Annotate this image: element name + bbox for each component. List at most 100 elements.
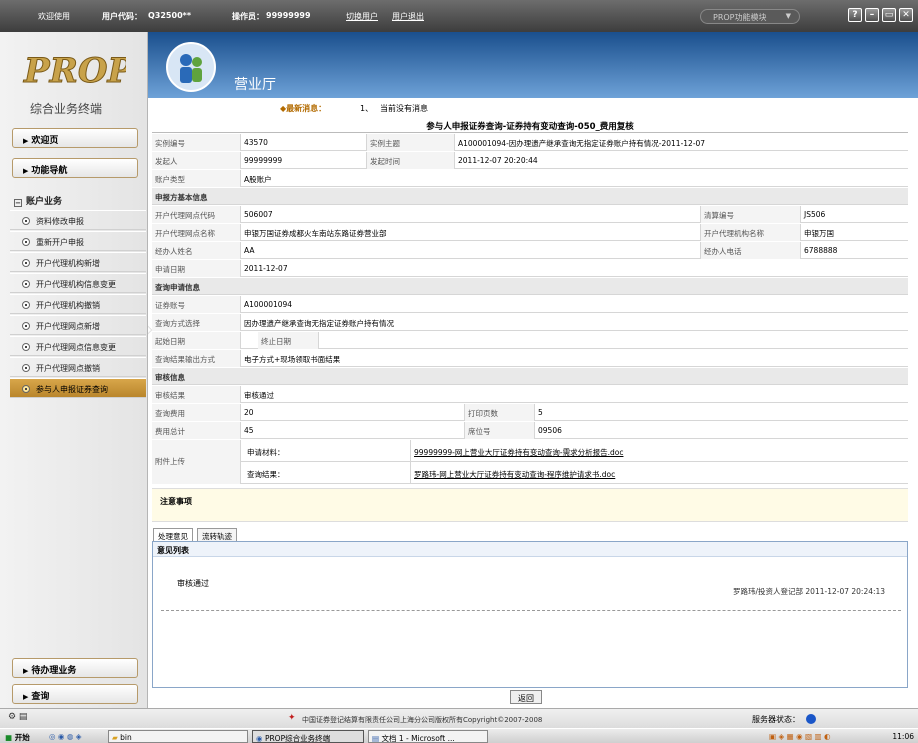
back-button[interactable]: 返回	[510, 690, 542, 704]
maximize-button[interactable]: ▭	[882, 8, 896, 22]
field-label: 查询方式选择	[152, 314, 240, 331]
menu-item[interactable]: 开户代理机构新增	[10, 252, 146, 272]
menu-item[interactable]: 资料修改申报	[10, 210, 146, 230]
nav-query-button[interactable]: ▶ 查询	[12, 684, 138, 704]
taskbar-item[interactable]: ▤ 文档 1 - Microsoft ...	[368, 730, 488, 743]
query-fee-value: 20	[240, 404, 464, 421]
chevron-right-icon: ▶	[23, 667, 29, 675]
nav-pending-button[interactable]: ▶ 待办理业务	[12, 658, 138, 678]
switch-user-link[interactable]: 切换用户	[346, 11, 378, 22]
sec-account-value: A100001094	[240, 296, 908, 313]
opinion-author: 罗路玮/投资人登记部 2011-12-07 20:24:13	[733, 587, 886, 596]
tab-opinion[interactable]: 处理意见	[153, 528, 193, 542]
operator-value: 99999999	[266, 11, 311, 20]
opinion-header: 意见列表	[153, 542, 907, 557]
menu-item-label: 开户代理网点新增	[36, 322, 100, 331]
folder-icon: ▰	[112, 733, 118, 742]
form-row: 开户代理网点名称 申银万国证券成都火车南站东路证券营业部 开户代理机构名称 申银…	[152, 224, 908, 241]
field-label: 审核结果	[152, 386, 240, 403]
account-section-header[interactable]: − 账户业务	[8, 192, 148, 208]
tray-icons[interactable]: ▣ ◈ ▦ ◉ ▧ ▥ ◐	[766, 730, 834, 743]
windows-logo-icon: ■	[5, 733, 13, 742]
menu-item-label: 开户代理网点信息变更	[36, 343, 116, 352]
taskbar-item-label: PROP综合业务终端	[264, 734, 331, 743]
app-subtitle: 综合业务终端	[30, 102, 103, 116]
nav-query-label: 查询	[31, 692, 50, 702]
field-label: 打印页数	[464, 404, 534, 421]
bullet-icon	[22, 343, 30, 351]
field-label: 终止日期	[258, 332, 318, 349]
server-status-label: 服务器状态：	[752, 715, 800, 724]
form-row: 查询费用 20 打印页数 5	[152, 404, 908, 421]
initiator-value: 99999999	[240, 152, 366, 169]
form-row: 查询结果输出方式 电子方式+现场领取书面结果	[152, 350, 908, 367]
notes-title: 注意事项	[160, 497, 192, 506]
menu-item-label: 开户代理机构撤销	[36, 301, 100, 310]
bullet-icon	[22, 280, 30, 288]
chevron-right-icon: ▶	[23, 167, 29, 175]
clearing-no-value: JS506	[800, 206, 908, 223]
minimize-button[interactable]: –	[865, 8, 879, 22]
menu-item[interactable]: 开户代理机构撤销	[10, 294, 146, 314]
seat-no-value: 09506	[534, 422, 908, 439]
module-select[interactable]: PROP功能模块 ▼	[700, 9, 800, 24]
menu-item[interactable]: 重新开户申报	[10, 231, 146, 251]
agent-name-value: 申银万国证券成都火车南站东路证券营业部	[240, 224, 700, 241]
opinion-text: 审核通过	[177, 579, 209, 588]
field-label: 实例主题	[366, 134, 454, 151]
menu-item[interactable]: 开户代理网点撤销	[10, 357, 146, 377]
menu-item-label: 资料修改申报	[36, 217, 84, 226]
logout-link[interactable]: 用户退出	[392, 11, 424, 22]
query-result-link[interactable]: 罗路玮-网上营业大厅证券持有变动查询-程序维护请求书.doc	[414, 470, 615, 479]
field-label: 经办人电话	[700, 242, 800, 259]
header-banner: 营业厅	[148, 32, 918, 98]
start-button[interactable]: ■ 开始	[2, 730, 33, 743]
field-label: 查询结果输出方式	[152, 350, 240, 367]
menu-item[interactable]: 开户代理网点新增	[10, 315, 146, 335]
bullet-icon	[22, 301, 30, 309]
field-label: 开户代理网点代码	[152, 206, 240, 223]
start-label: 开始	[14, 733, 30, 742]
handler-value: AA	[240, 242, 700, 259]
handler-phone-value: 6788888	[800, 242, 908, 259]
menu-item[interactable]: 开户代理机构信息变更	[10, 273, 146, 293]
field-label: 开户代理网点名称	[152, 224, 240, 241]
nav-functions-button[interactable]: ▶ 功能导航	[12, 158, 138, 178]
tab-flow-trace[interactable]: 流转轨迹	[197, 528, 237, 542]
form-row: 查询方式选择 因办理遗产继承查询无指定证券账户持有情况	[152, 314, 908, 331]
apply-material-link[interactable]: 99999999-网上营业大厅证券持有变动查询-需求分析报告.doc	[414, 448, 623, 457]
taskbar-item[interactable]: ▰ bin	[108, 730, 248, 743]
field-label: 附件上传	[152, 440, 240, 484]
copyright-text: 中国证券登记结算有限责任公司上海分公司版权所有Copyright©2007-20…	[302, 716, 543, 724]
menu-item[interactable]: 开户代理网点信息变更	[10, 336, 146, 356]
nav-welcome-button[interactable]: ▶ 欢迎页	[12, 128, 138, 148]
field-label: 起始日期	[152, 332, 240, 349]
bullet-icon	[22, 322, 30, 330]
total-fee-value: 45	[240, 422, 464, 439]
nav-functions-label: 功能导航	[31, 166, 68, 176]
bullet-icon	[22, 238, 30, 246]
settings-icon[interactable]: ⚙ ▤	[8, 712, 27, 722]
news-label: ◆最新消息：	[280, 104, 327, 113]
form-row: 费用总计 45 席位号 09506	[152, 422, 908, 439]
agent-code-value: 506007	[240, 206, 700, 223]
news-bar: ◆最新消息： 1、 当前没有消息	[148, 98, 918, 114]
quick-launch[interactable]: ◎ ◉ ◍ ◈	[46, 730, 85, 743]
bullet-icon	[22, 385, 30, 393]
section-title: 申报方基本信息	[155, 193, 208, 202]
notes-panel: 注意事项	[152, 488, 908, 522]
menu-item-active[interactable]: 参与人申报证券查询	[10, 378, 146, 398]
help-button[interactable]: ?	[848, 8, 862, 22]
form-row: 审核结果 审核通过	[152, 386, 908, 403]
chevron-right-icon: ▶	[23, 693, 29, 701]
section-title: 查询申请信息	[155, 283, 200, 292]
taskbar-item-active[interactable]: ◉ PROP综合业务终端	[252, 730, 364, 743]
menu-item-label: 开户代理机构信息变更	[36, 280, 116, 289]
close-button[interactable]: ✕	[899, 8, 913, 22]
apply-material-cell: 99999999-网上营业大厅证券持有变动查询-需求分析报告.doc	[410, 440, 908, 462]
menu-item-label: 参与人申报证券查询	[36, 385, 108, 394]
user-code-value: Q32500**	[148, 11, 191, 20]
news-index: 1、	[360, 104, 374, 113]
field-label: 实例编号	[152, 134, 240, 151]
server-status-icon	[806, 714, 816, 724]
